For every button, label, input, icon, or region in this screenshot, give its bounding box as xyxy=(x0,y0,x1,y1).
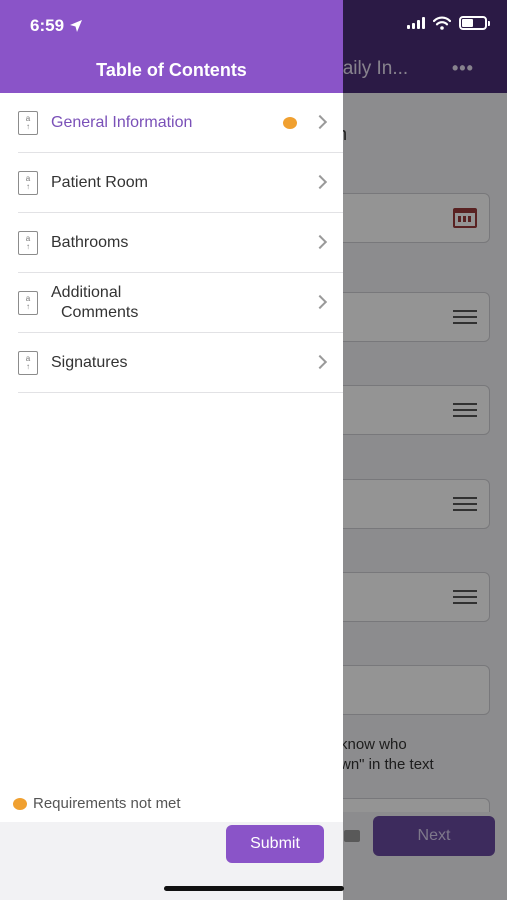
document-icon: a ↑ xyxy=(18,290,38,315)
table-of-contents-drawer: 6:59 Table of Contents a ↑ General Inform… xyxy=(0,0,343,900)
legend-text: Requirements not met xyxy=(33,795,181,812)
toc-item-label: General Information xyxy=(51,113,193,131)
toc-item-label: Bathrooms xyxy=(51,233,129,251)
toc-item-additional-comments[interactable]: a ↑ Additional Comments xyxy=(18,273,343,333)
status-time: 6:59 xyxy=(30,16,83,36)
toc-item-label: Signatures xyxy=(51,353,128,371)
toc-list: a ↑ General Information a ↑ Patient Room a… xyxy=(0,93,343,393)
chevron-right-icon xyxy=(312,234,328,249)
wifi-icon xyxy=(433,16,451,30)
document-icon: a ↑ xyxy=(18,110,38,135)
submit-button[interactable]: Submit xyxy=(226,825,324,863)
chevron-right-icon xyxy=(312,114,328,129)
document-icon: a ↑ xyxy=(18,170,38,195)
toc-item-bathrooms[interactable]: a ↑ Bathrooms xyxy=(18,213,343,273)
drawer-header: 6:59 Table of Contents xyxy=(0,0,343,93)
cellular-signal-icon xyxy=(407,17,425,29)
toc-item-label-line: Additional xyxy=(51,283,122,301)
toc-item-label-line: Comments xyxy=(61,303,139,321)
battery-icon xyxy=(459,16,490,30)
status-time-text: 6:59 xyxy=(30,16,65,35)
toc-item-general-information[interactable]: a ↑ General Information xyxy=(18,93,343,153)
toc-item-label: Patient Room xyxy=(51,173,148,191)
toc-item-label: Additional Comments xyxy=(51,283,138,323)
requirements-legend: Requirements not met xyxy=(13,795,181,812)
home-indicator xyxy=(164,886,344,891)
toc-item-signatures[interactable]: a ↑ Signatures xyxy=(18,333,343,393)
chevron-right-icon xyxy=(312,354,328,369)
requirement-dot xyxy=(13,797,27,810)
requirement-dot xyxy=(283,116,297,129)
drawer-title: Table of Contents xyxy=(96,60,247,80)
toc-item-patient-room[interactable]: a ↑ Patient Room xyxy=(18,153,343,213)
document-icon: a ↑ xyxy=(18,350,38,375)
status-icons xyxy=(407,16,490,30)
location-arrow-icon xyxy=(70,20,83,32)
document-icon: a ↑ xyxy=(18,230,38,255)
chevron-right-icon xyxy=(312,174,328,189)
chevron-right-icon xyxy=(312,294,328,309)
